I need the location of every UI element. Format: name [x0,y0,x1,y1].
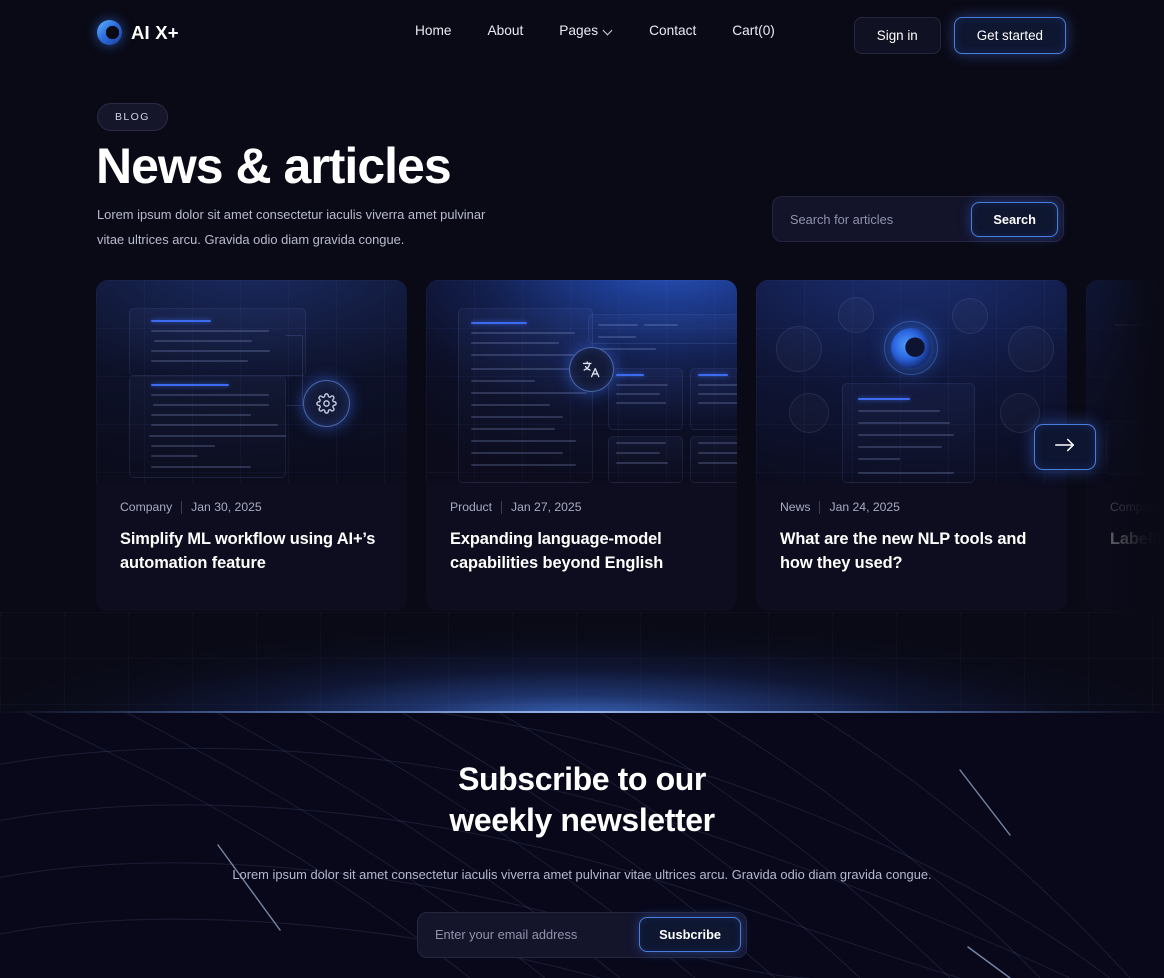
article-card[interactable]: News Jan 24, 2025 What are the new NLP t… [756,280,1067,611]
arrow-right-icon [1054,437,1076,458]
translate-icon [569,347,614,392]
article-card-body: News Jan 24, 2025 What are the new NLP t… [756,483,1067,575]
newsletter-title-line1: Subscribe to our [458,761,706,797]
article-category: News [780,500,811,514]
article-card[interactable]: Product Jan 27, 2025 Expanding language-… [426,280,737,611]
article-carousel-track: Company Jan 30, 2025 Simplify ML workflo… [96,280,1164,611]
article-category: Company [1110,500,1163,514]
hero-subtitle: Lorem ipsum dolor sit amet consectetur i… [97,207,486,248]
nav-actions: Sign in Get started [853,17,1066,54]
article-card-body: Product Jan 27, 2025 Expanding language-… [426,483,737,575]
article-thumbnail [756,280,1067,483]
get-started-button[interactable]: Get started [953,17,1066,54]
email-input[interactable] [418,912,640,957]
search-input[interactable] [773,197,972,241]
gear-icon [303,380,350,427]
nav-link-about[interactable]: About [470,23,542,38]
article-carousel: Company Jan 30, 2025 Simplify ML workflo… [0,280,1164,615]
orb-icon [884,321,938,375]
nav-link-home[interactable]: Home [415,23,470,38]
meta-divider [819,500,821,514]
article-search-bar: Search [772,196,1064,242]
horizon-glow [0,612,1164,713]
brand-name: AI X+ [131,21,179,43]
article-card-body: Company Labeling mode [1086,483,1164,551]
blog-badge: BLOG [97,103,168,131]
newsletter-section: Subscribe to our weekly newsletter Lorem… [0,713,1164,978]
article-title: Simplify ML workflow using AI+’s automat… [120,530,376,573]
newsletter-title-line2: weekly newsletter [449,801,715,838]
page-title: News & articles [96,138,452,194]
meta-divider [501,500,503,514]
nav-link-pages[interactable]: Pages [541,23,631,38]
article-title: What are the new NLP tools and how they … [780,530,1027,573]
chevron-down-icon [604,26,613,35]
carousel-next-button[interactable] [1034,424,1096,470]
article-date: Jan 30, 2025 [191,500,262,514]
article-date: Jan 27, 2025 [511,500,582,514]
article-meta: Product Jan 27, 2025 [450,500,713,514]
top-navigation-bar: AI X+ Home About Pages Contact Cart(0) S… [0,0,1164,65]
subscribe-button[interactable]: Susbcribe [639,917,741,953]
article-category: Product [450,500,493,514]
article-meta: Company Jan 30, 2025 [120,500,383,514]
article-date: Jan 24, 2025 [829,500,900,514]
page-root: AI X+ Home About Pages Contact Cart(0) S… [0,0,1164,978]
article-meta: News Jan 24, 2025 [780,500,1043,514]
newsletter-content: Subscribe to our weekly newsletter Lorem… [0,713,1164,958]
nav-link-contact[interactable]: Contact [631,23,714,38]
article-card[interactable]: Company Jan 30, 2025 Simplify ML workflo… [96,280,407,611]
article-thumbnail [1086,280,1164,483]
newsletter-form: Susbcribe [417,911,747,958]
article-title: Expanding language-model capabilities be… [450,530,664,573]
search-button[interactable]: Search [971,201,1058,237]
article-card[interactable]: Company Labeling mode [1086,280,1164,611]
sign-in-button[interactable]: Sign in [853,17,941,54]
brand-logo[interactable]: AI X+ [97,20,179,45]
ring-logo-icon [97,20,122,45]
article-card-body: Company Jan 30, 2025 Simplify ML workflo… [96,483,407,575]
article-thumbnail [96,280,407,483]
nav-link-cart[interactable]: Cart(0) [714,23,793,38]
nav-link-pages-label: Pages [559,23,599,38]
newsletter-subtitle: Lorem ipsum dolor sit amet consectetur i… [232,866,932,882]
article-title: Labeling mode [1110,530,1164,548]
article-thumbnail [426,280,737,483]
main-menu: Home About Pages Contact Cart(0) [415,23,793,38]
newsletter-title: Subscribe to our weekly newsletter [0,759,1164,841]
article-category: Company [120,500,173,514]
meta-divider [181,500,183,514]
article-meta: Company [1110,500,1164,514]
